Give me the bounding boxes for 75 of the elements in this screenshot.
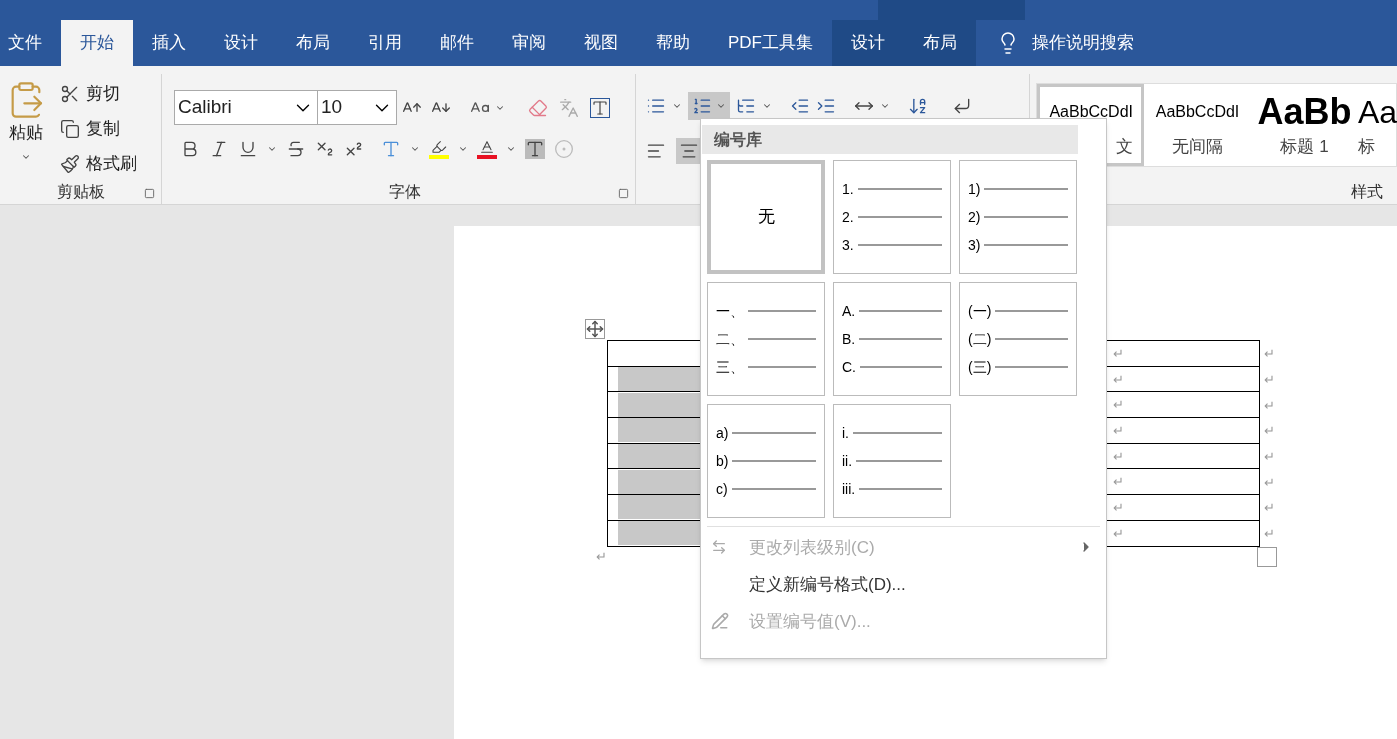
numbering-option[interactable]: 1) 2) 3) — [959, 160, 1077, 274]
numbering-option[interactable]: 无 — [707, 160, 825, 274]
numbering-option[interactable]: 1. 2. 3. — [833, 160, 951, 274]
row-end-mark: ↵ — [1264, 526, 1275, 542]
ribbon-tab[interactable]: 视图 — [565, 20, 637, 66]
caret-icon[interactable] — [410, 144, 420, 154]
dialog-launcher-icon[interactable] — [618, 188, 629, 199]
style-option[interactable]: Aa 标 — [1358, 84, 1397, 166]
underline-icon[interactable] — [238, 139, 258, 159]
numbering-option[interactable]: i. ii. iii. — [833, 404, 951, 518]
ribbon-tab[interactable]: 开始 — [61, 20, 133, 66]
clipboard-button[interactable]: 格式刷 — [60, 150, 137, 177]
ribbon-tab[interactable]: 设计 — [205, 20, 277, 66]
ribbon-tab[interactable]: PDF工具集 — [709, 20, 832, 66]
row-end-mark: ↵ — [1264, 346, 1275, 362]
dialog-launcher-icon[interactable] — [144, 188, 155, 199]
sort-icon[interactable] — [908, 96, 928, 116]
row-end-mark: ↵ — [1264, 474, 1275, 490]
row-end-mark: ↵ — [1264, 372, 1275, 388]
paragraph-mark: ↵ — [596, 547, 607, 566]
font-color-icon[interactable] — [477, 139, 497, 159]
table-resize-handle[interactable] — [1257, 546, 1277, 567]
group-label: 样式 — [1351, 182, 1383, 202]
table-move-handle[interactable] — [585, 319, 605, 339]
subscript-icon[interactable] — [315, 139, 335, 159]
paintbrush-icon — [60, 153, 80, 174]
caret-icon[interactable] — [716, 101, 726, 111]
group-label: 剪贴板 — [56, 182, 105, 202]
ribbon-tab[interactable]: 插入 — [133, 20, 205, 66]
paste-button[interactable]: 粘贴 — [4, 80, 48, 180]
caret-icon[interactable] — [458, 144, 468, 154]
caret-icon[interactable] — [762, 101, 772, 111]
row-end-mark: ↵ — [1264, 423, 1275, 439]
row-end-mark: ↵ — [1264, 397, 1275, 413]
caret-icon[interactable] — [880, 101, 890, 111]
character-shading-icon[interactable] — [525, 139, 545, 159]
pencil-icon — [711, 612, 729, 630]
eraser-icon[interactable] — [528, 97, 548, 118]
group-label: 字体 — [388, 182, 421, 202]
highlighter-icon[interactable] — [429, 139, 449, 159]
ribbon-tab[interactable]: 引用 — [349, 20, 421, 66]
menu-header: 编号库 — [702, 125, 1078, 154]
character-border-icon[interactable] — [590, 97, 610, 118]
numbering-icon[interactable] — [692, 96, 712, 116]
clipboard-button[interactable]: 复制 — [60, 115, 137, 142]
table-cell: ↵ — [1106, 340, 1260, 367]
font-size-field[interactable]: 10 — [317, 90, 397, 125]
style-option[interactable]: AaBbCcDdI 无间隔 — [1144, 84, 1251, 166]
arrows-icon — [711, 539, 727, 555]
caret-icon[interactable] — [267, 144, 277, 154]
ribbon-tab[interactable]: 设计 — [832, 20, 904, 66]
copy-icon — [60, 118, 80, 139]
numbering-option[interactable]: (一) (二) (三) — [959, 282, 1077, 396]
ribbon-tab[interactable]: 布局 — [904, 20, 976, 66]
ribbon-tab[interactable]: 邮件 — [421, 20, 493, 66]
ribbon-tab[interactable]: 布局 — [277, 20, 349, 66]
ribbon-tab[interactable]: 审阅 — [493, 20, 565, 66]
row-end-mark: ↵ — [1264, 500, 1275, 516]
strikethrough-icon[interactable] — [286, 139, 306, 159]
numbering-option[interactable]: a) b) c) — [707, 404, 825, 518]
font-name-field[interactable]: Calibri — [174, 90, 318, 125]
ribbon-tab[interactable]: 文件 — [0, 20, 61, 66]
caret-icon[interactable] — [672, 101, 682, 111]
numbering-option[interactable]: A. B. C. — [833, 282, 951, 396]
row-end-mark: ↵ — [1264, 449, 1275, 465]
clipboard-button[interactable]: 剪切 — [60, 80, 137, 107]
paragraph-mark-icon[interactable] — [952, 96, 972, 116]
caret-icon[interactable] — [506, 144, 516, 154]
menu-item[interactable]: 定义新编号格式(D)... — [701, 566, 1106, 603]
scissors-icon — [60, 83, 80, 104]
style-option[interactable]: AaBb 标题 1 — [1251, 84, 1358, 166]
ribbon-tab[interactable]: 帮助 — [637, 20, 709, 66]
tell-me-search[interactable]: 操作说明搜索 — [1032, 30, 1134, 56]
numbering-option[interactable]: 一、 二、 三、 — [707, 282, 825, 396]
text-effects-icon[interactable] — [381, 139, 401, 159]
